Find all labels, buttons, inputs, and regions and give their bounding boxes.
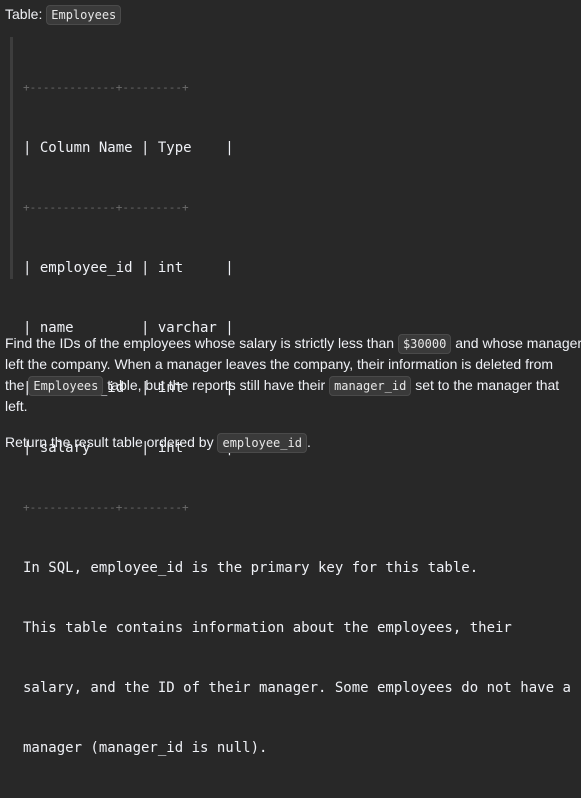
description-text: left. (5, 398, 28, 414)
description-text: and whose manager (451, 335, 581, 351)
schema-border-top: +-------------+---------+ (23, 81, 189, 94)
schema-note: manager (manager_id is null). (23, 740, 268, 756)
table-title: Table: Employees (5, 4, 122, 25)
description-line-3: the Employees table, but the reports sti… (5, 375, 559, 396)
table-label: Table: (5, 6, 43, 22)
description-line-2: left the company. When a manager leaves … (5, 354, 553, 374)
table-name-code: Employees (46, 5, 122, 25)
manager-id-code: manager_id (329, 376, 412, 396)
description-text: set to the manager that (411, 377, 560, 393)
salary-threshold-code: $30000 (397, 334, 452, 354)
description-text: Find the IDs of the employees whose sala… (5, 335, 398, 351)
ordering-text: Return the result table ordered by (5, 434, 218, 450)
problem-page: Table: Employees +-------------+--------… (0, 0, 581, 756)
ordering-period: . (306, 434, 311, 450)
ordering-line: Return the result table ordered by emplo… (5, 432, 311, 453)
schema-note: This table contains information about th… (23, 620, 512, 636)
schema-border-mid: +-------------+---------+ (23, 201, 189, 214)
description-text: the (5, 377, 29, 393)
schema-header: | Column Name | Type | (23, 140, 234, 156)
schema-note: In SQL, employee_id is the primary key f… (23, 560, 479, 576)
schema-quote-bar (10, 37, 13, 279)
description-line-1: Find the IDs of the employees whose sala… (5, 333, 581, 354)
description-line-4: left. (5, 396, 28, 416)
schema-row: | employee_id | int | (23, 260, 234, 276)
schema-border-bottom: +-------------+---------+ (23, 501, 189, 514)
description-text: left the company. When a manager leaves … (5, 356, 554, 372)
schema-note: salary, and the ID of their manager. Som… (23, 680, 571, 696)
description-text: table, but the reports still have their (103, 377, 330, 393)
employees-table-code: Employees (28, 376, 104, 396)
schema-block: +-------------+---------+ | Column Name … (23, 38, 571, 798)
employee-id-code: employee_id (217, 433, 307, 453)
